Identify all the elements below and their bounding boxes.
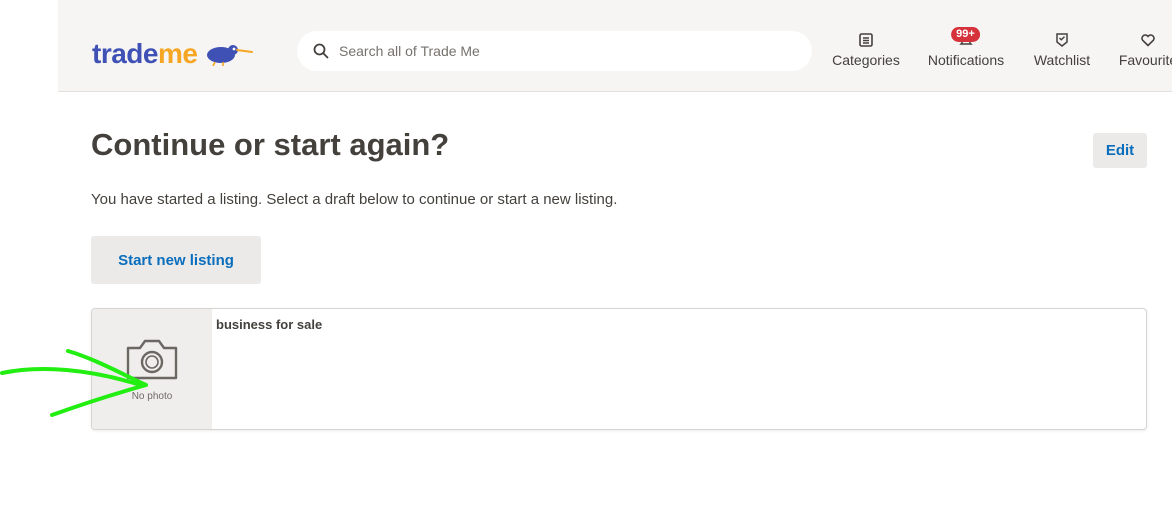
nav-watchlist[interactable]: Watchlist bbox=[1028, 30, 1096, 74]
no-photo-label: No photo bbox=[131, 391, 173, 402]
search-input[interactable] bbox=[339, 43, 779, 59]
search-bar[interactable] bbox=[297, 31, 812, 71]
start-new-listing-button[interactable]: Start new listing bbox=[91, 236, 261, 284]
kiwi-icon bbox=[207, 45, 254, 66]
intro-text: You have started a listing. Select a dra… bbox=[91, 191, 618, 208]
draft-thumbnail: No photo bbox=[92, 309, 212, 429]
header: trade me Search all of Trade Me Categori… bbox=[58, 0, 1172, 92]
page-title: Continue or start again? bbox=[91, 127, 450, 162]
camera-icon bbox=[126, 339, 178, 380]
edit-button[interactable]: Edit bbox=[1093, 133, 1147, 168]
search-icon bbox=[313, 43, 329, 59]
nav-watchlist-label: Watchlist bbox=[1033, 52, 1091, 68]
nav-favourite[interactable]: Favourite bbox=[1113, 30, 1172, 74]
heart-icon bbox=[1140, 30, 1156, 50]
draft-title: business for sale bbox=[216, 317, 323, 332]
logo-text-me: me bbox=[157, 38, 198, 69]
logo-text-trade: trade bbox=[92, 38, 158, 69]
nav-categories-label: Categories bbox=[832, 52, 900, 68]
trademe-logo[interactable]: trade me bbox=[92, 34, 254, 70]
list-icon bbox=[858, 30, 874, 50]
nav-notifications[interactable]: 99+ Notifications bbox=[923, 27, 1009, 74]
nav-categories[interactable]: Categories bbox=[828, 30, 904, 74]
watchlist-icon bbox=[1054, 30, 1070, 50]
draft-listing-card[interactable]: No photo business for sale bbox=[91, 308, 1147, 430]
nav-notifications-label: Notifications bbox=[927, 52, 1005, 68]
page: trade me Search all of Trade Me Categori… bbox=[0, 0, 1172, 509]
notifications-badge: 99+ bbox=[951, 27, 980, 42]
nav-favourite-label: Favourite bbox=[1118, 52, 1172, 68]
